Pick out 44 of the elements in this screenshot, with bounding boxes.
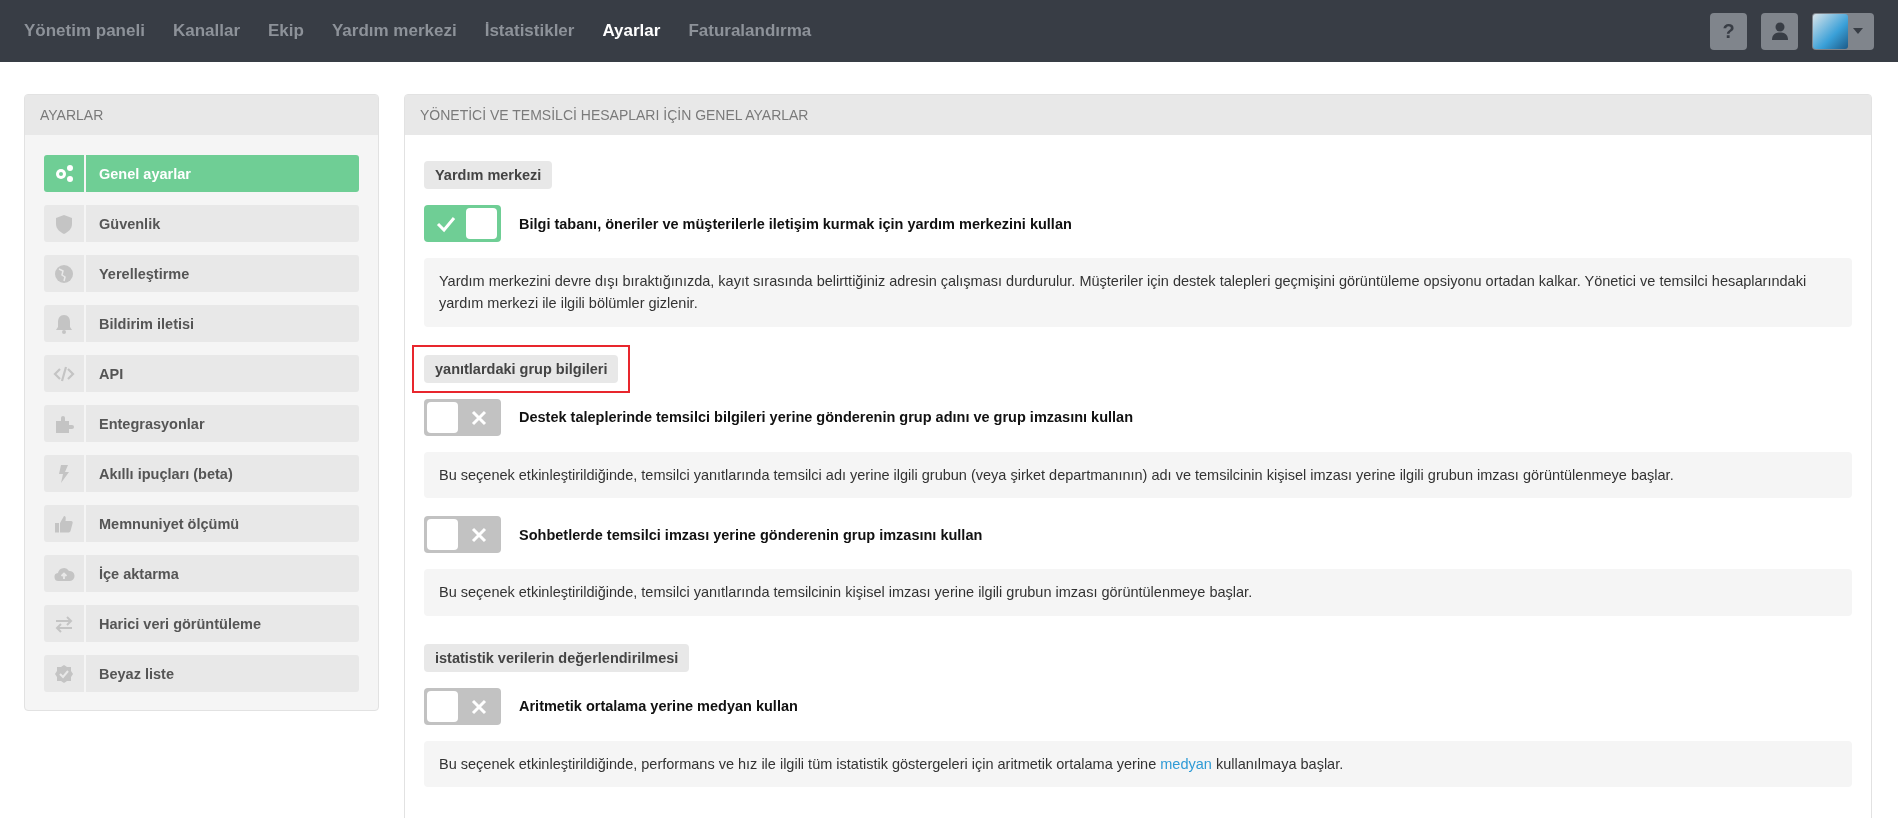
- globe-icon: [53, 262, 75, 285]
- gears-icon: [53, 162, 75, 185]
- sidebar-item[interactable]: API: [44, 355, 359, 392]
- setting-description: Bu seçenek etkinleştirildiğinde, performans ve hız ile ilgili tüm istatistik göstergeleri için aritmetik ortalama yerine medyan kullanılmaya başlar.: [424, 740, 1852, 788]
- section-heading: yanıtlardaki grup bilgileri: [424, 354, 619, 383]
- setting-description: Bu seçenek etkinleştirildiğinde, temsilci yanıtlarında temsilci adı yerine ilgili grubun (veya şirket departmanının) adı ve temsilcinin kişisel imzası yerine ilgili grubun imzası görüntülenmeye başlar.: [424, 451, 1852, 499]
- setting-label: Bilgi tabanı, öneriler ve müşterilerle iletişim kurmak için yardım merkezini kullan: [519, 215, 1072, 232]
- setting-label: Aritmetik ortalama yerine medyan kullan: [519, 698, 798, 715]
- sidebar-item[interactable]: Güvenlik: [44, 205, 359, 242]
- sidebar-item[interactable]: Entegrasyonlar: [44, 405, 359, 442]
- sidebar-item[interactable]: Memnuniyet ölçümü: [44, 505, 359, 542]
- nav-tab[interactable]: İstatistikler: [484, 21, 575, 41]
- section-heading: istatistik verilerin değerlendirilmesi: [424, 643, 690, 672]
- bell-icon: [53, 312, 75, 335]
- setting-description: Yardım merkezini devre dışı bıraktığınızda, kayıt sırasında belirttiğiniz adresin çalışması durdurulur. Müşteriler için destek talepleri geçmişini görüntüleme opsiyonu ortadan kalkar. Yönetici ve temsilci hesaplarındaki yardım merkezi ile ilgili bölümler gizlenir.: [424, 258, 1852, 327]
- sidebar-title: AYARLAR: [25, 95, 378, 135]
- toggle-switch[interactable]: [424, 687, 501, 725]
- setting-label: Sohbetlerde temsilci imzası yerine gönderenin grup imzasını kullan: [519, 526, 983, 543]
- nav-tab[interactable]: Faturalandırma: [688, 21, 812, 41]
- sidebar-item[interactable]: Yerelleştirme: [44, 255, 359, 292]
- nav-tab[interactable]: Kanallar: [172, 21, 240, 41]
- nav-tab[interactable]: Ayarlar: [602, 21, 661, 41]
- avatar-photo-placeholder: [1813, 13, 1848, 49]
- user-button[interactable]: [1761, 12, 1798, 50]
- toggle-switch[interactable]: [424, 398, 501, 436]
- nav-tab[interactable]: Ekip: [268, 21, 304, 41]
- sidebar-item[interactable]: Akıllı ipuçları (beta): [44, 455, 359, 492]
- nav-tab[interactable]: Yönetim paneli: [24, 21, 145, 41]
- sidebar-item[interactable]: Bildirim iletisi: [44, 305, 359, 342]
- checkmark-icon: [436, 214, 456, 234]
- sidebar-item[interactable]: Beyaz liste: [44, 655, 359, 692]
- panel-title: YÖNETİCİ VE TEMSİLCİ HESAPLARI İÇİN GENEL AYARLAR: [405, 95, 1871, 135]
- shield-icon: [53, 212, 75, 235]
- check-badge-icon: [53, 662, 75, 685]
- setting-description: Bu seçenek etkinleştirildiğinde, temsilci yanıtlarında temsilcinin kişisel imzası yerine ilgili grubun imzası görüntülenmeye başlar.: [424, 569, 1852, 616]
- setting-label: Destek taleplerinde temsilci bilgileri yerine gönderenin grup adını ve grup imzasını kullan: [519, 409, 1133, 426]
- section-heading: Yardım merkezi: [424, 161, 553, 189]
- sidebar-item[interactable]: Harici veri görüntüleme: [44, 605, 359, 642]
- caret-icon: [1852, 27, 1864, 35]
- sidebar-item[interactable]: İçe aktarma: [44, 555, 359, 592]
- nav-tab[interactable]: Yardım merkezi: [331, 21, 457, 41]
- toggle-switch[interactable]: [424, 205, 501, 242]
- toggle-switch[interactable]: [424, 516, 501, 554]
- account-menu-button[interactable]: [1812, 12, 1874, 50]
